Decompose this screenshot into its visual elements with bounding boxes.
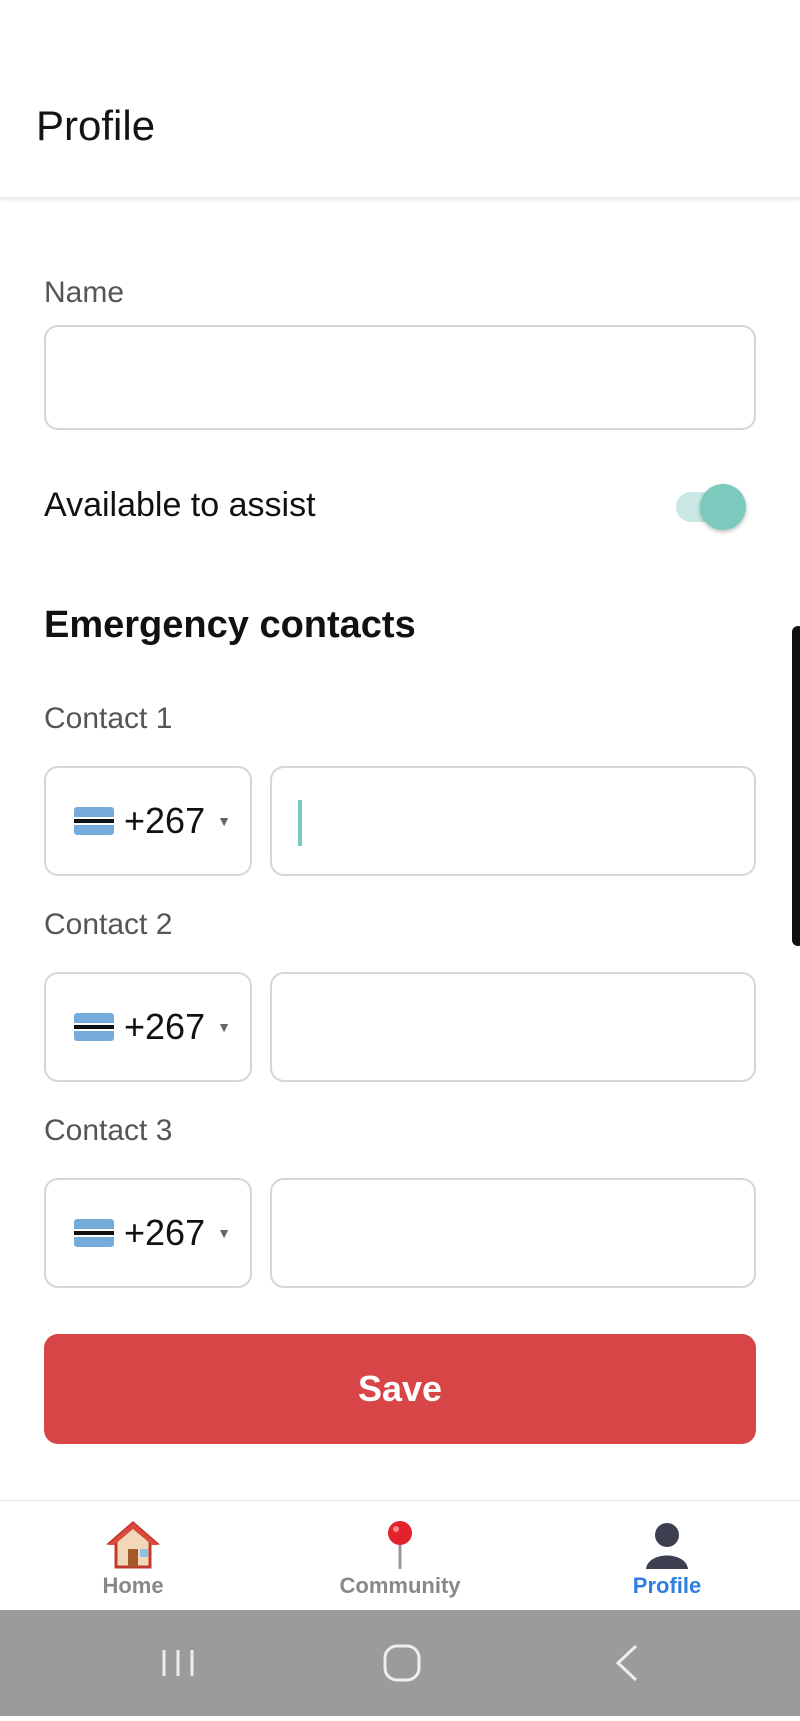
contact-1-phone-input[interactable] bbox=[270, 766, 756, 876]
botswana-flag-icon bbox=[74, 1219, 114, 1247]
available-to-assist-toggle[interactable] bbox=[676, 482, 748, 530]
contact-1-country-code: +267 bbox=[124, 800, 206, 841]
text-cursor bbox=[298, 800, 302, 846]
toggle-thumb bbox=[700, 484, 746, 530]
available-to-assist-label: Available to assist bbox=[44, 486, 316, 524]
bottom-tab-bar: Home Community Profile bbox=[0, 1500, 800, 1610]
name-input[interactable] bbox=[44, 325, 756, 430]
contact-2-country-code: +267 bbox=[124, 1006, 206, 1047]
dropdown-caret-icon: ▼ bbox=[217, 1019, 231, 1035]
dropdown-caret-icon: ▼ bbox=[217, 813, 231, 829]
contact-1-label: Contact 1 bbox=[44, 702, 173, 735]
pin-icon bbox=[373, 1519, 427, 1571]
contact-3-label: Contact 3 bbox=[44, 1114, 173, 1147]
emergency-contacts-heading: Emergency contacts bbox=[44, 604, 416, 646]
botswana-flag-icon bbox=[74, 1013, 114, 1041]
name-label: Name bbox=[44, 276, 125, 309]
dropdown-caret-icon: ▼ bbox=[217, 1225, 231, 1241]
house-icon bbox=[105, 1519, 161, 1571]
person-silhouette-icon bbox=[640, 1519, 694, 1571]
contact-3-country-picker[interactable]: +267 ▼ bbox=[44, 1178, 252, 1288]
contact-3-country-code: +267 bbox=[124, 1212, 206, 1253]
page-title: Profile bbox=[36, 102, 156, 149]
contact-2-phone-input[interactable] bbox=[270, 972, 756, 1082]
save-button[interactable]: Save bbox=[44, 1334, 756, 1444]
tab-profile[interactable]: Profile bbox=[534, 1501, 800, 1611]
app-header: Profile bbox=[0, 0, 800, 198]
system-navigation-bar bbox=[0, 1610, 800, 1716]
back-chevron-icon[interactable] bbox=[566, 1610, 686, 1716]
contact-1-country-picker[interactable]: +267 ▼ bbox=[44, 766, 252, 876]
tab-community[interactable]: Community bbox=[267, 1501, 533, 1611]
botswana-flag-icon bbox=[74, 807, 114, 835]
tab-home[interactable]: Home bbox=[0, 1501, 266, 1611]
home-circle-icon[interactable] bbox=[342, 1610, 462, 1716]
contact-2-country-picker[interactable]: +267 ▼ bbox=[44, 972, 252, 1082]
contact-3-phone-input[interactable] bbox=[270, 1178, 756, 1288]
recents-icon[interactable] bbox=[118, 1610, 238, 1716]
tab-profile-label: Profile bbox=[632, 1573, 702, 1598]
tab-community-label: Community bbox=[339, 1573, 461, 1598]
edge-panel-handle[interactable] bbox=[792, 626, 800, 946]
tab-home-label: Home bbox=[102, 1573, 164, 1598]
contact-2-label: Contact 2 bbox=[44, 908, 173, 941]
